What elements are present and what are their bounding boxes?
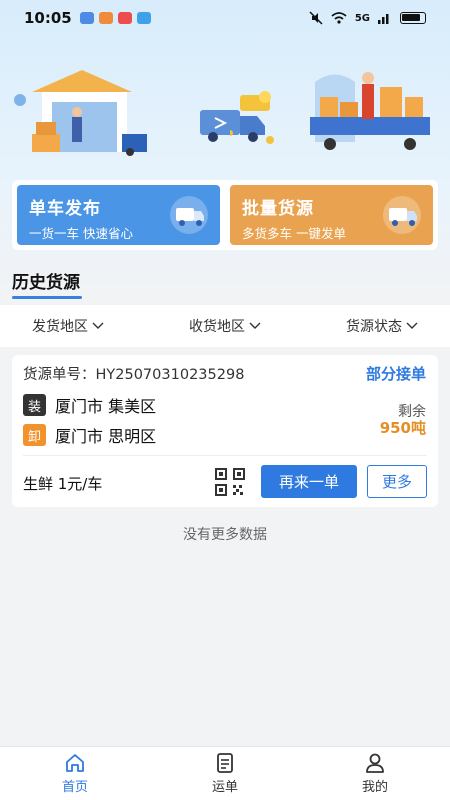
signal-icon bbox=[378, 14, 389, 24]
title-underline bbox=[12, 296, 82, 299]
unload-city: 厦门市 思明区 bbox=[55, 427, 157, 446]
network-type: 5G bbox=[354, 12, 370, 24]
tab-waybill[interactable]: 运单 bbox=[150, 747, 300, 800]
delivery-worker-illustration bbox=[310, 72, 430, 150]
order-number-label: 货源单号： bbox=[23, 367, 96, 383]
order-number: 货源单号：HY25070310235298 bbox=[23, 363, 244, 384]
cargo-info: 生鲜 1元/车 bbox=[23, 475, 103, 493]
tab-label: 我的 bbox=[361, 780, 388, 795]
unload-tag: 卸 bbox=[23, 424, 46, 446]
home-icon bbox=[66, 754, 84, 772]
chevron-down-icon bbox=[92, 322, 104, 329]
chevron-down-icon bbox=[249, 322, 261, 329]
user-icon bbox=[366, 753, 384, 773]
batch-cargo-button[interactable]: 批量货源 多货多车 一键发单 bbox=[230, 185, 433, 245]
card-divider bbox=[23, 455, 427, 456]
app-notification-icon bbox=[117, 12, 132, 24]
filter-destination-region[interactable]: 收货地区 bbox=[189, 316, 261, 336]
load-city: 厦门市 集美区 bbox=[55, 397, 157, 416]
loading-location: 装 厦门市 集美区 bbox=[23, 393, 156, 417]
filter-label: 收货地区 bbox=[189, 319, 245, 335]
tab-label: 运单 bbox=[211, 780, 238, 795]
filter-bar: 发货地区 收货地区 货源状态 bbox=[0, 305, 450, 347]
no-more-data-text: 没有更多数据 bbox=[183, 527, 267, 543]
warehouse-illustration bbox=[14, 70, 147, 156]
document-icon bbox=[217, 753, 233, 773]
status-bar: 10:05 5G bbox=[0, 0, 450, 36]
history-cargo-title: 历史货源 bbox=[12, 273, 80, 293]
hero-banner bbox=[0, 0, 450, 300]
filter-origin-region[interactable]: 发货地区 bbox=[32, 316, 104, 336]
chevron-down-icon bbox=[406, 322, 418, 329]
qr-code-icon[interactable] bbox=[215, 468, 245, 496]
order-number-value: HY25070310235298 bbox=[95, 367, 245, 383]
app-notification-icon bbox=[79, 12, 94, 24]
reorder-button[interactable]: 再来一单 bbox=[261, 465, 357, 498]
unloading-location: 卸 厦门市 思明区 bbox=[23, 423, 156, 447]
remaining-value: 950吨 bbox=[379, 419, 426, 437]
tab-profile[interactable]: 我的 bbox=[300, 747, 450, 800]
truck-icon bbox=[383, 196, 421, 234]
filter-label: 发货地区 bbox=[32, 319, 88, 335]
filter-cargo-status[interactable]: 货源状态 bbox=[346, 316, 418, 336]
truck-icon bbox=[170, 196, 208, 234]
battery-icon bbox=[400, 12, 426, 24]
app-notification-icon bbox=[98, 12, 113, 24]
mute-icon bbox=[309, 11, 323, 25]
single-vehicle-publish-button[interactable]: 单车发布 一货一车 快速省心 bbox=[17, 185, 220, 245]
load-tag: 装 bbox=[23, 394, 46, 416]
filter-label: 货源状态 bbox=[346, 319, 402, 335]
bottom-tab-bar: 首页 运单 我的 bbox=[0, 746, 450, 800]
notification-icons bbox=[79, 12, 151, 24]
tab-home[interactable]: 首页 bbox=[0, 747, 150, 800]
cargo-order-card[interactable]: 货源单号：HY25070310235298 部分接单 装 厦门市 集美区 卸 厦… bbox=[12, 355, 438, 507]
app-notification-icon bbox=[136, 12, 151, 24]
publish-banners: 单车发布 一货一车 快速省心 批量货源 多货多车 一键发单 bbox=[12, 180, 438, 250]
wifi-icon bbox=[331, 12, 347, 24]
tab-label: 首页 bbox=[61, 780, 88, 795]
more-button[interactable]: 更多 bbox=[367, 465, 427, 498]
order-status: 部分接单 bbox=[365, 365, 426, 383]
status-time: 10:05 bbox=[24, 9, 72, 27]
coins-illustration bbox=[230, 91, 274, 144]
